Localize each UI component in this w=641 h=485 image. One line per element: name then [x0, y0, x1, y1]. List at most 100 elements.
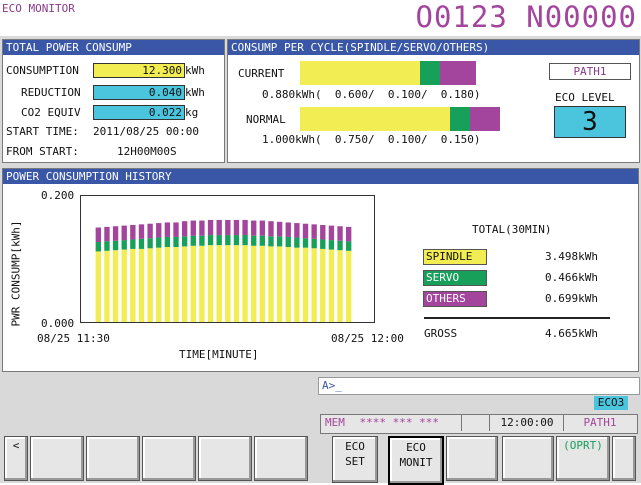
key-input-line[interactable]: A>_	[318, 377, 640, 395]
bar-others-19	[251, 220, 257, 236]
bar-servo-2	[104, 241, 110, 251]
bar-servo-5	[130, 239, 136, 249]
x-end-label: 08/25 12:00	[331, 332, 404, 345]
bar-servo-23	[285, 236, 291, 248]
legend-servo-value: 0.466kWh	[545, 271, 598, 284]
bar-servo-11	[181, 236, 188, 247]
per-cycle-header: CONSUMP PER CYCLE(SPINDLE/SERVO/OTHERS)	[228, 40, 639, 55]
gross-value: 4.665kWh	[545, 327, 598, 340]
bar-servo-26	[311, 238, 317, 249]
bar-servo-4	[121, 240, 127, 250]
normal-label: NORMAL	[246, 113, 286, 126]
next-arrow-label: >	[620, 439, 628, 452]
eco-monit-label-1: ECO	[406, 441, 426, 454]
bar-others-23	[285, 222, 291, 237]
bar-servo-10	[173, 236, 179, 248]
y-axis-label: PWR CONSUMP[kWh]	[9, 220, 23, 327]
y-max-label: 0.200	[41, 189, 75, 202]
bar-servo-12	[190, 235, 196, 246]
bar-others-22	[276, 221, 283, 237]
softkey-1[interactable]	[30, 436, 84, 481]
screen-id: ECO3	[594, 396, 628, 410]
bar-spindle-6	[138, 248, 145, 322]
bar-spindle-27	[320, 248, 326, 322]
bar-others-12	[190, 220, 196, 236]
softkey-next-arrow[interactable]: >	[612, 436, 636, 481]
legend-spindle-label: SPINDLE	[426, 250, 473, 263]
bar-servo-6	[138, 238, 145, 249]
softkey-eco-monit[interactable]: ECO MONIT	[388, 436, 444, 485]
eco-set-label-1: ECO	[345, 440, 365, 453]
bar-spindle-26	[311, 248, 317, 322]
bar-others-16	[225, 219, 231, 236]
bar-servo-22	[276, 236, 283, 247]
softkey-prev-arrow[interactable]: <	[4, 436, 28, 481]
bar-others-25	[302, 223, 309, 239]
bar-others-13	[199, 220, 205, 236]
bar-spindle-30	[346, 250, 352, 322]
title-bar: ECO MONITOR O0123 N00000	[0, 0, 641, 38]
current-spindle-segment	[300, 61, 420, 85]
bar-others-2	[104, 226, 110, 242]
per-cycle-panel: CONSUMP PER CYCLE(SPINDLE/SERVO/OTHERS) …	[227, 39, 640, 163]
softkey-eco-set[interactable]: ECO SET	[332, 436, 378, 483]
bar-spindle-8	[156, 247, 162, 322]
from-start-label: FROM START:	[6, 145, 79, 158]
bar-spindle-3	[112, 250, 119, 322]
bar-spindle-11	[181, 246, 188, 322]
eco-level-value: 3	[554, 106, 626, 138]
softkey-5[interactable]	[254, 436, 308, 481]
bar-servo-20	[259, 235, 266, 246]
bar-others-7	[147, 223, 153, 239]
eco-set-label-2: SET	[345, 455, 365, 468]
bar-spindle-7	[147, 248, 153, 322]
program-number: O0123 N00000	[415, 0, 637, 34]
bar-spindle-18	[242, 245, 248, 322]
bar-spindle-23	[285, 247, 291, 322]
bar-others-24	[294, 223, 300, 238]
softkey-4[interactable]	[198, 436, 252, 481]
bar-spindle-14	[207, 245, 214, 322]
bar-servo-1	[95, 241, 101, 252]
input-prompt: A>_	[322, 379, 342, 392]
history-header: POWER CONSUMPTION HISTORY	[3, 169, 638, 184]
bar-spindle-16	[225, 245, 231, 322]
softkey-8[interactable]	[446, 436, 498, 481]
bar-others-1	[95, 227, 101, 242]
softkey-oprt[interactable]: (OPRT)	[556, 436, 610, 481]
bar-servo-16	[225, 235, 231, 246]
bar-spindle-19	[251, 245, 257, 322]
bar-spindle-24	[294, 247, 300, 322]
x-axis-label: TIME[MINUTE]	[179, 348, 259, 361]
bar-spindle-4	[121, 249, 127, 322]
bar-spindle-10	[173, 247, 179, 322]
bar-spindle-15	[216, 245, 222, 322]
current-cycle-text: 0.880kWh( 0.600/ 0.100/ 0.180)	[262, 88, 481, 101]
bar-others-8	[156, 223, 162, 238]
bar-servo-3	[112, 240, 119, 251]
from-start-value: 12H00M00S	[117, 145, 177, 158]
legend-spindle-value: 3.498kWh	[545, 250, 598, 263]
bar-servo-27	[320, 239, 326, 249]
bar-others-26	[311, 224, 317, 239]
bar-servo-29	[337, 240, 343, 251]
total-power-panel: TOTAL POWER CONSUMP CONSUMPTION 12.300 k…	[2, 39, 225, 163]
co2-label: CO2 EQUIV	[21, 106, 81, 119]
bar-others-27	[320, 224, 326, 240]
bar-others-14	[207, 219, 214, 236]
bar-spindle-1	[95, 251, 101, 322]
co2-unit: kg	[185, 106, 199, 119]
history-panel: POWER CONSUMPTION HISTORY PWR CONSUMP[kW…	[2, 168, 639, 372]
softkey-9[interactable]	[502, 436, 554, 481]
start-time-value: 2011/08/25 00:00	[93, 125, 199, 138]
bar-servo-21	[268, 236, 274, 247]
path-indicator: PATH1	[549, 63, 631, 80]
bar-others-10	[173, 222, 179, 237]
current-others-segment	[440, 61, 476, 85]
reduction-value: 0.040	[93, 85, 185, 100]
bar-others-28	[328, 225, 335, 241]
softkey-3[interactable]	[142, 436, 196, 481]
consumption-unit: kWh	[185, 64, 205, 77]
softkey-2[interactable]	[86, 436, 140, 481]
bar-spindle-28	[328, 249, 335, 322]
